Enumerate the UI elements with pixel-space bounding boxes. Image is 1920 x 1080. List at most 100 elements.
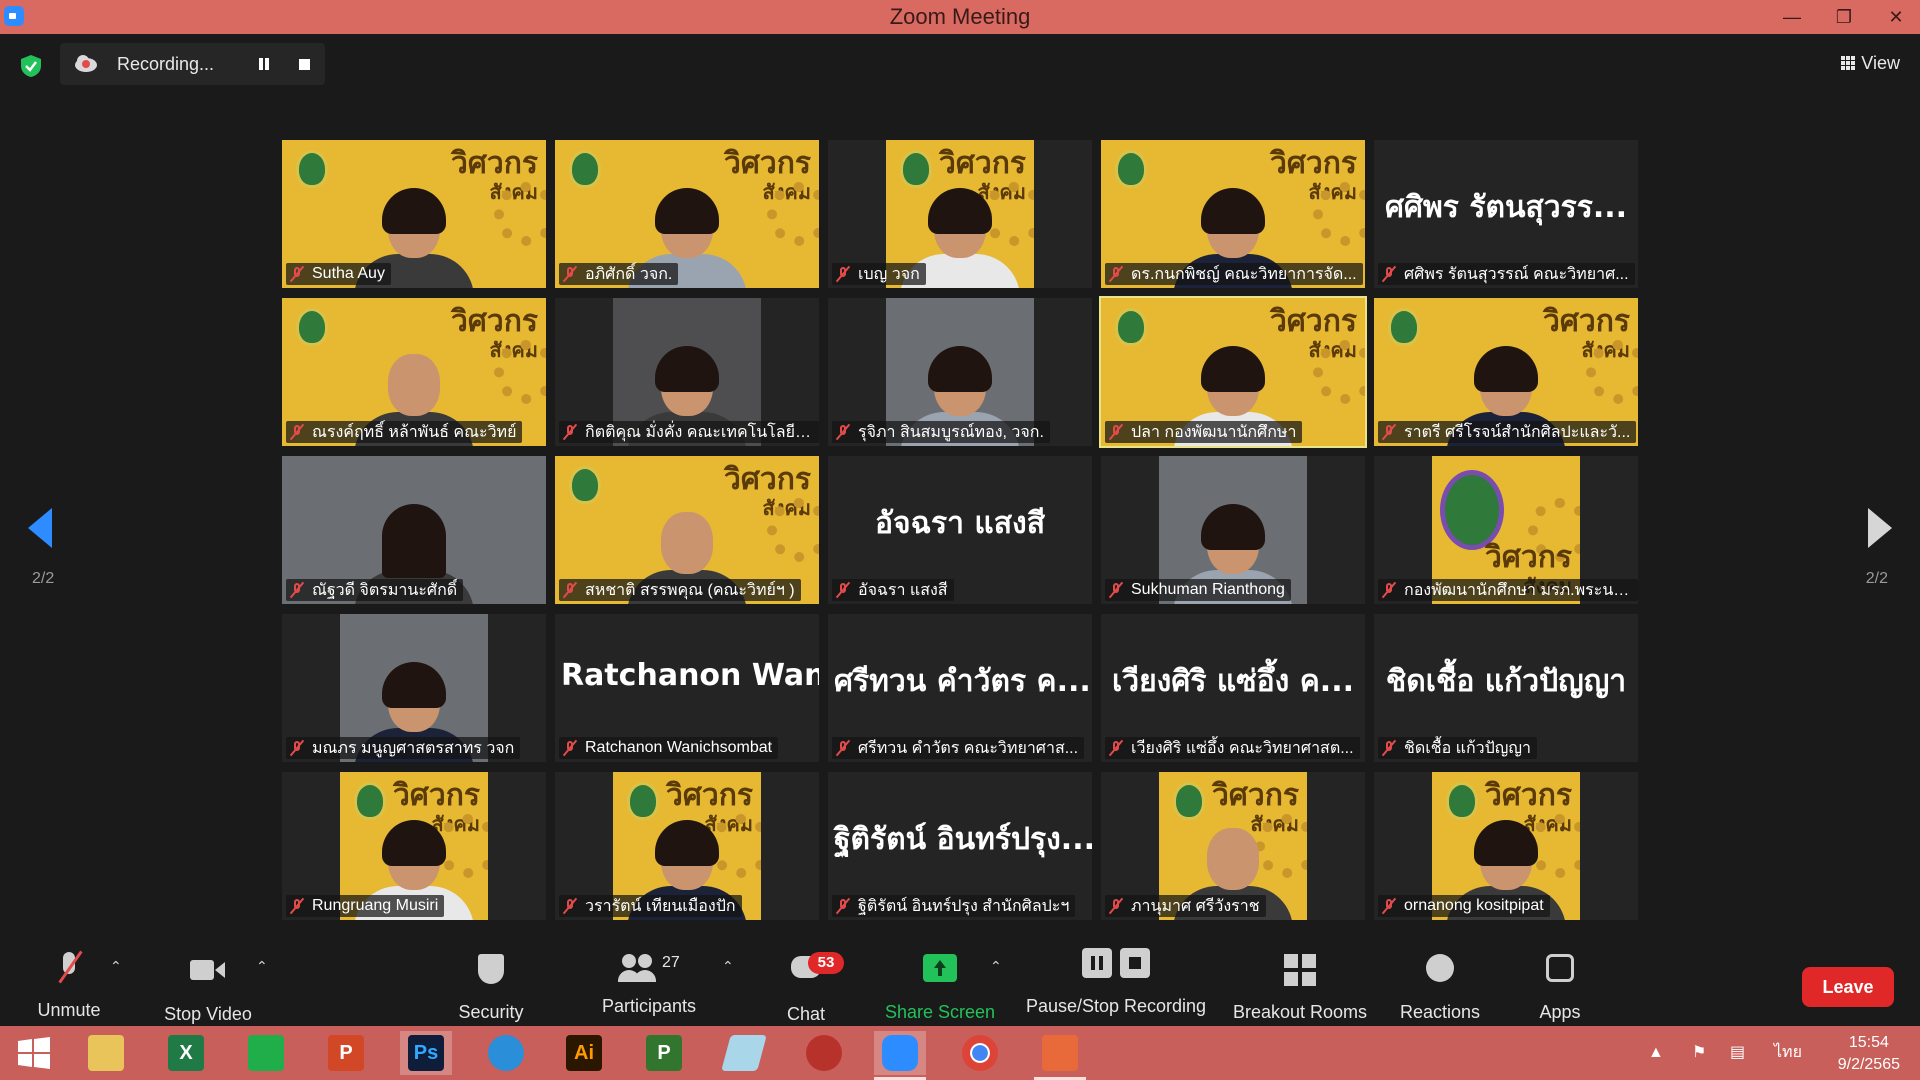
illustrator-icon[interactable]: Ai xyxy=(558,1031,610,1075)
participants-button[interactable]: 27 Participants xyxy=(596,948,702,1017)
tray-overflow-icon[interactable]: ▲ xyxy=(1648,1026,1664,1080)
university-seal-icon xyxy=(1446,782,1478,820)
participant-name: ปลา กองพัฒนานักศึกษา xyxy=(1131,423,1297,441)
participant-name: ชิดเชื้อ แก้วปัญญา xyxy=(1404,739,1532,757)
participant-name: ภานุมาศ ศรีวังราช xyxy=(1131,897,1260,915)
participant-tile[interactable]: วิศวกร สังคม ราตรี ศรีโรจน์สำนักศิลปะและวั… xyxy=(1374,298,1638,446)
participant-tile[interactable]: ศรีทวน คำวัตร ค... ศรีทวน คำวัตร คณะวิทยา… xyxy=(828,614,1092,762)
participant-tile[interactable]: เวียงศิริ แซ่อึ้ง ค... เวียงศิริ แซ่อึ้ง … xyxy=(1101,614,1365,762)
participant-tile[interactable]: วิศวกร สังคม ภานุมาศ ศรีวังราช xyxy=(1101,772,1365,920)
participant-name: เวียงศิริ แซ่อึ้ง คณะวิทยาศาสต... xyxy=(1131,739,1354,757)
participant-tile[interactable]: Sukhuman Rianthong xyxy=(1101,456,1365,604)
share-options-caret-icon[interactable]: ⌃ xyxy=(990,958,1002,975)
notepad-icon[interactable] xyxy=(718,1031,770,1075)
gear-icon xyxy=(1313,182,1365,246)
audio-options-caret-icon[interactable]: ⌃ xyxy=(110,958,122,975)
participant-name-label: Sukhuman Rianthong xyxy=(1105,579,1291,601)
leave-button[interactable]: Leave xyxy=(1802,967,1894,1007)
participant-tile[interactable]: วิศวกร สังคม ปลา กองพัฒนานักศึกษา xyxy=(1099,296,1367,448)
participant-tile[interactable]: ศศิพร รัตนสุวรร... ศศิพร รัตนสุวรรณ์ คณะว… xyxy=(1374,140,1638,288)
pause-recording-button[interactable] xyxy=(256,56,272,72)
share-screen-button[interactable]: Share Screen xyxy=(882,948,998,1023)
participant-tile[interactable]: วิศวกร สังคม Rungruang Musiri xyxy=(282,772,546,920)
stop-recording-button[interactable] xyxy=(299,59,310,70)
next-page-arrow-icon[interactable] xyxy=(1868,508,1892,548)
muted-mic-icon xyxy=(1382,266,1396,282)
participant-name-label: ศรีทวน คำวัตร คณะวิทยาศาส... xyxy=(832,737,1085,759)
participant-tile[interactable]: Ratchanon Wan... Ratchanon Wanichsombat xyxy=(555,614,819,762)
share-screen-icon xyxy=(923,954,957,982)
zoom-taskbar-icon[interactable] xyxy=(874,1031,926,1080)
participant-tile[interactable]: ณัฐวดี จิตรมานะศักดิ์ xyxy=(282,456,546,604)
stop-video-button[interactable]: Stop Video xyxy=(160,948,256,1025)
window-title: Zoom Meeting xyxy=(889,4,1031,29)
university-seal-icon xyxy=(1173,782,1205,820)
participant-name: กองพัฒนานักศึกษา มรภ.พระนคร xyxy=(1404,581,1632,599)
store-icon[interactable] xyxy=(240,1031,292,1075)
background-title: วิศวกร xyxy=(1211,778,1299,813)
participant-tile[interactable]: วิศวกร สังคม เบญ วจก xyxy=(828,140,1092,288)
chat-label: Chat xyxy=(786,1004,826,1024)
participant-display-name: Ratchanon Wan... xyxy=(561,658,819,693)
office-icon[interactable] xyxy=(1034,1031,1086,1080)
participant-tile[interactable]: วิศวกร สังคม Sutha Auy xyxy=(282,140,546,288)
participant-name: Sukhuman Rianthong xyxy=(1131,581,1285,598)
participant-tile[interactable]: วิศวกร สังคม อภิศักดิ์ วจก. xyxy=(555,140,819,288)
participant-tile[interactable]: วิศวกร สังคม วรารัตน์ เทียนเมืองปัก xyxy=(555,772,819,920)
chrome-icon[interactable] xyxy=(954,1031,1006,1075)
encryption-shield-icon[interactable] xyxy=(20,54,42,78)
apps-label: Apps xyxy=(1539,1002,1581,1022)
restore-button[interactable]: ❐ xyxy=(1824,0,1864,34)
participant-tile[interactable]: กิตติคุณ มั่งคั่ง คณะเทคโนโลยีอุ... xyxy=(555,298,819,446)
muted-mic-icon xyxy=(1109,898,1123,914)
participant-name: Ratchanon Wanichsombat xyxy=(585,739,773,756)
windows-start-icon[interactable] xyxy=(8,1031,60,1075)
unmute-button[interactable]: Unmute xyxy=(28,948,110,1021)
clock[interactable]: 15:54 9/2/2565 xyxy=(1838,1032,1900,1076)
participants-options-caret-icon[interactable]: ⌃ xyxy=(722,958,734,975)
language-indicator[interactable]: ไทย xyxy=(1774,1026,1802,1080)
participant-tile[interactable]: ฐิติรัตน์ อินทร์ปรุง... ฐิติรัตน์ อินทร์ป… xyxy=(828,772,1092,920)
powerpoint-icon[interactable]: P xyxy=(320,1031,372,1075)
participant-display-name: ฐิติรัตน์ อินทร์ปรุง... xyxy=(834,822,1092,857)
participant-tile[interactable]: มณภร มนูญศาสตรสาทร วจก xyxy=(282,614,546,762)
participant-tile[interactable]: วิศวกร สังคม ornanong kositpipat xyxy=(1374,772,1638,920)
participant-tile[interactable]: วิศวกร สังคม ณรงค์ฤทธิ์ หล้าพันธ์ คณะวิทย์ xyxy=(282,298,546,446)
minimize-button[interactable]: — xyxy=(1772,0,1812,34)
participant-name: ณัฐวดี จิตรมานะศักดิ์ xyxy=(312,581,458,599)
university-seal-icon xyxy=(900,150,932,188)
file-explorer-icon[interactable] xyxy=(80,1031,132,1075)
previous-page-arrow-icon[interactable] xyxy=(28,508,52,548)
pause-stop-recording-label: Pause/Stop Recording xyxy=(1025,996,1207,1016)
close-button[interactable]: ✕ xyxy=(1876,0,1916,34)
pause-stop-recording-icon xyxy=(1082,948,1150,978)
apps-button[interactable]: Apps xyxy=(1530,948,1590,1023)
university-seal-icon xyxy=(1388,308,1420,346)
university-seal-icon xyxy=(354,782,386,820)
project-icon[interactable]: P xyxy=(638,1031,690,1075)
security-button[interactable]: Security xyxy=(446,948,536,1023)
participant-tile[interactable]: วิศวกร สังคม ดร.กนกพิชญ์ คณะวิทยาการจัด... xyxy=(1101,140,1365,288)
participant-tile[interactable]: ชิดเชื้อ แก้วปัญญา ชิดเชื้อ แก้วปัญญา xyxy=(1374,614,1638,762)
participant-tile[interactable]: อัจฉรา แสงสี อัจฉรา แสงสี xyxy=(828,456,1092,604)
photoscape-icon[interactable] xyxy=(798,1031,850,1075)
university-seal-icon xyxy=(1115,308,1147,346)
participant-tile[interactable]: วิศวกรสังคมกองพัฒนานักศึกษา มรภ.พระนคร xyxy=(1374,456,1638,604)
pause-stop-recording-button[interactable]: Pause/Stop Recording xyxy=(1024,948,1208,1017)
participant-tile[interactable]: วิศวกร สังคม สหชาติ สรรพคุณ (คณะวิทย์ฯ ) xyxy=(555,456,819,604)
breakout-rooms-button[interactable]: Breakout Rooms xyxy=(1230,948,1370,1023)
photoshop-icon[interactable]: Ps xyxy=(400,1031,452,1075)
video-options-caret-icon[interactable]: ⌃ xyxy=(256,958,268,975)
action-center-flag-icon[interactable]: ⚑ xyxy=(1692,1026,1706,1080)
reactions-button[interactable]: Reactions xyxy=(1398,948,1482,1023)
muted-mic-icon xyxy=(1382,424,1396,440)
clock-date: 9/2/2565 xyxy=(1837,1056,1900,1073)
participant-name-label: ณัฐวดี จิตรมานะศักดิ์ xyxy=(286,579,464,601)
internet-explorer-icon[interactable] xyxy=(480,1031,532,1075)
background-title: วิศวกร xyxy=(938,146,1026,181)
excel-icon[interactable]: X xyxy=(160,1031,212,1075)
participant-tile[interactable]: รุจิภา สินสมบูรณ์ทอง, วจก. xyxy=(828,298,1092,446)
view-button[interactable]: View xyxy=(1841,53,1900,74)
excel-letter: X xyxy=(179,1042,193,1064)
network-icon[interactable]: ▤ xyxy=(1730,1026,1745,1080)
